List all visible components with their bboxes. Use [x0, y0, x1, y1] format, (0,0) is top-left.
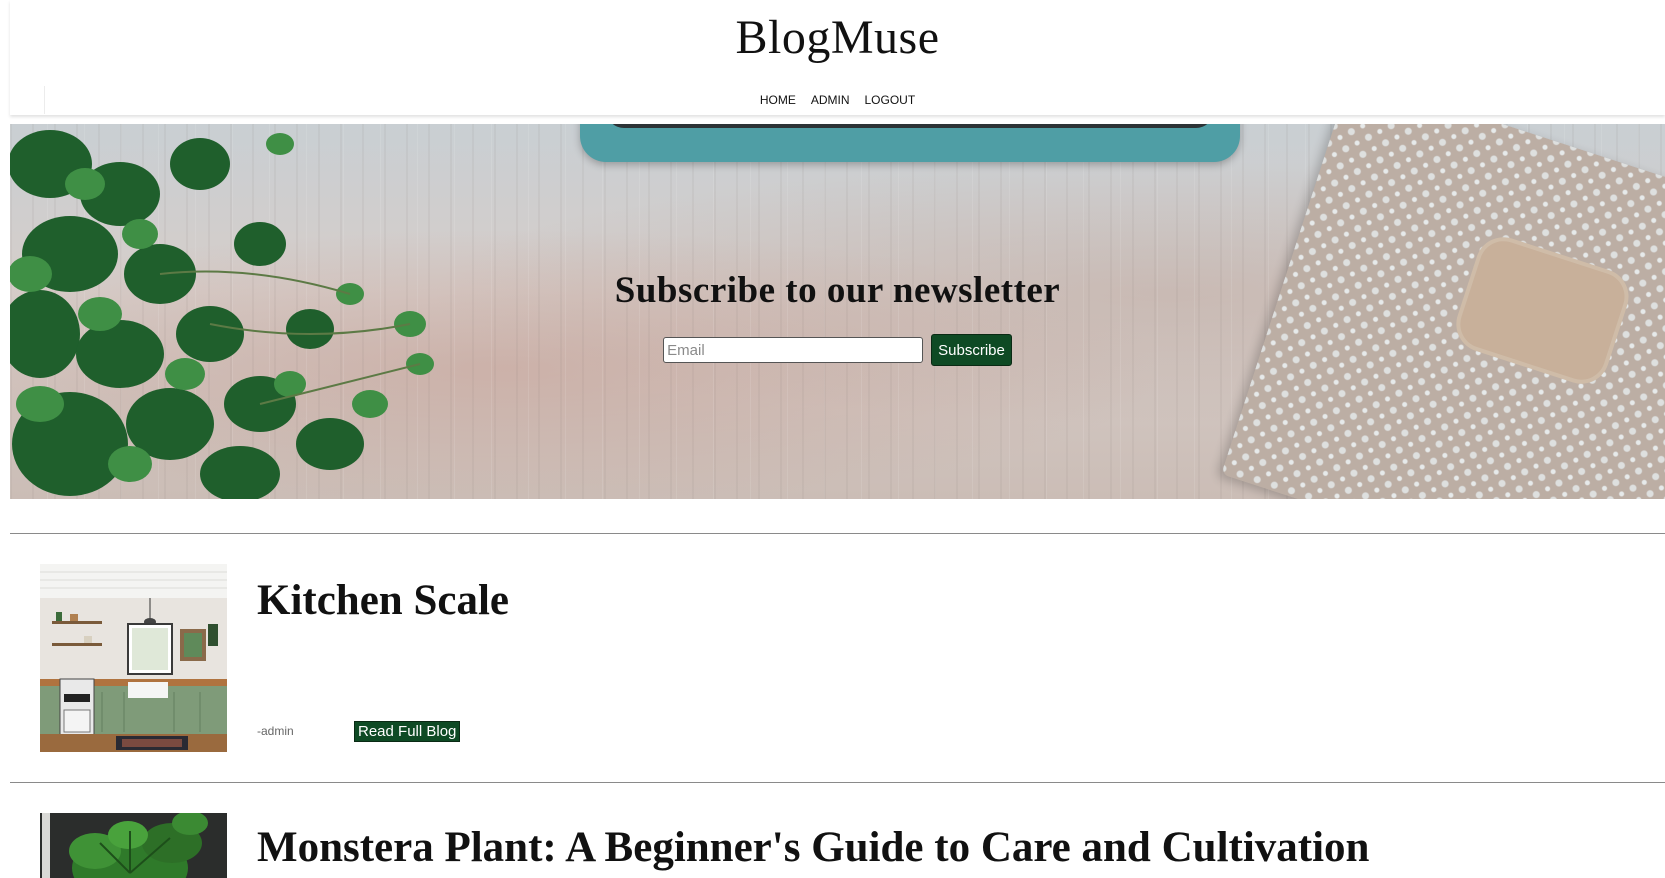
newsletter-title: Subscribe to our newsletter	[614, 270, 1061, 311]
post-divider	[10, 782, 1665, 783]
hero-device-image	[580, 124, 1240, 162]
newsletter-content: Subscribe to our newsletter Subscribe	[10, 269, 1665, 366]
post-title[interactable]: Kitchen Scale	[257, 576, 509, 625]
subscribe-form: Subscribe	[10, 334, 1665, 366]
kitchen-image	[40, 564, 227, 752]
newsletter-hero: Subscribe to our newsletter Subscribe	[10, 124, 1665, 499]
read-full-blog-button[interactable]: Read Full Blog	[354, 721, 461, 742]
post-author: -admin	[257, 724, 294, 738]
main-nav: HOME ADMIN LOGOUT	[10, 93, 1665, 107]
nav-logout-link[interactable]: LOGOUT	[865, 93, 916, 107]
subscribe-button[interactable]: Subscribe	[931, 334, 1012, 366]
nav-home-link[interactable]: HOME	[760, 93, 796, 107]
post-divider	[10, 533, 1665, 534]
site-brand[interactable]: BlogMuse	[10, 10, 1665, 65]
post-card: Kitchen Scale -admin Read Full Blog	[40, 564, 1640, 754]
post-thumbnail[interactable]	[40, 813, 227, 878]
post-card: Monstera Plant: A Beginner's Guide to Ca…	[40, 813, 1640, 878]
monstera-image	[40, 813, 227, 878]
post-title[interactable]: Monstera Plant: A Beginner's Guide to Ca…	[257, 823, 1369, 872]
email-input[interactable]	[663, 337, 924, 363]
post-thumbnail[interactable]	[40, 564, 227, 752]
nav-admin-link[interactable]: ADMIN	[811, 93, 850, 107]
site-header: BlogMuse HOME ADMIN LOGOUT	[10, 0, 1665, 115]
